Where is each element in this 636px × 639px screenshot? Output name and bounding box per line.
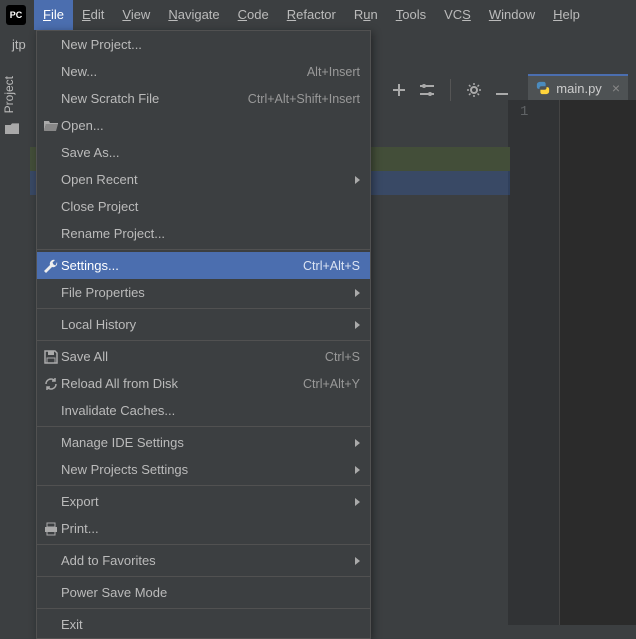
menu-refactor[interactable]: Refactor [278,0,345,30]
menu-separator [37,576,370,577]
tab-label: main.py [556,81,602,96]
editor-body[interactable] [560,100,636,625]
reload-icon [41,376,61,392]
app-icon: PC [6,5,26,25]
submenu-arrow-icon [355,498,360,506]
menu-separator [37,308,370,309]
menu-item-open-recent[interactable]: Open Recent [37,166,370,193]
submenu-arrow-icon [355,439,360,447]
menu-item-rename-project[interactable]: Rename Project... [37,220,370,247]
menu-item-new[interactable]: New...Alt+Insert [37,58,370,85]
submenu-arrow-icon [355,321,360,329]
editor-tab-main-py[interactable]: main.py × [528,74,628,100]
submenu-arrow-icon [355,176,360,184]
separator [450,79,451,101]
menu-item-shortcut: Ctrl+S [325,350,360,364]
menu-view[interactable]: View [113,0,159,30]
menu-window[interactable]: Window [480,0,544,30]
submenu-arrow-icon [355,289,360,297]
submenu-arrow-icon [355,557,360,565]
menu-item-open[interactable]: Open... [37,112,370,139]
menu-item-power-save-mode[interactable]: Power Save Mode [37,579,370,606]
breadcrumb-project: jtp [12,37,26,52]
print-icon [41,521,61,537]
open-icon [41,118,61,134]
menu-item-label: Export [61,494,347,509]
menu-item-label: Settings... [61,258,303,273]
folder-icon [5,123,19,134]
menu-separator [37,608,370,609]
menu-item-label: Reload All from Disk [61,376,303,391]
menu-item-label: New... [61,64,307,79]
menu-separator [37,544,370,545]
menu-item-file-properties[interactable]: File Properties [37,279,370,306]
menu-item-label: Open... [61,118,360,133]
menu-separator [37,249,370,250]
submenu-arrow-icon [355,466,360,474]
menu-item-local-history[interactable]: Local History [37,311,370,338]
menu-item-label: New Scratch File [61,91,248,106]
menu-item-label: Open Recent [61,172,347,187]
menu-item-label: File Properties [61,285,347,300]
menu-item-settings[interactable]: Settings...Ctrl+Alt+S [37,252,370,279]
menu-item-manage-ide-settings[interactable]: Manage IDE Settings [37,429,370,456]
menu-edit[interactable]: Edit [73,0,113,30]
menu-item-label: Add to Favorites [61,553,347,568]
menubar: PC FileEditViewNavigateCodeRefactorRunTo… [0,0,636,30]
menu-code[interactable]: Code [229,0,278,30]
menu-item-reload-all-from-disk[interactable]: Reload All from DiskCtrl+Alt+Y [37,370,370,397]
close-icon[interactable]: × [612,80,620,96]
menu-item-label: Local History [61,317,347,332]
minimize-icon[interactable] [493,81,511,99]
line-number: 1 [520,104,559,120]
menu-item-label: Print... [61,521,360,536]
menu-item-label: New Project... [61,37,360,52]
menu-tools[interactable]: Tools [387,0,435,30]
menu-item-label: New Projects Settings [61,462,347,477]
menu-separator [37,485,370,486]
editor-gutter: 1 [508,100,560,625]
menu-item-label: Close Project [61,199,360,214]
menu-run[interactable]: Run [345,0,387,30]
menu-navigate[interactable]: Navigate [159,0,228,30]
menu-help[interactable]: Help [544,0,589,30]
menu-item-label: Save All [61,349,325,364]
python-file-icon [536,81,550,95]
tool-window-tab-project[interactable]: Project [0,72,24,134]
menu-item-label: Invalidate Caches... [61,403,360,418]
menu-item-new-scratch-file[interactable]: New Scratch FileCtrl+Alt+Shift+Insert [37,85,370,112]
menu-separator [37,340,370,341]
gear-icon[interactable] [465,81,483,99]
menu-item-shortcut: Ctrl+Alt+Y [303,377,360,391]
menu-item-label: Save As... [61,145,360,160]
menu-vcs[interactable]: VCS [435,0,480,30]
menu-item-save-all[interactable]: Save AllCtrl+S [37,343,370,370]
menu-item-label: Manage IDE Settings [61,435,347,450]
menu-item-new-project[interactable]: New Project... [37,31,370,58]
menu-item-export[interactable]: Export [37,488,370,515]
menu-item-invalidate-caches[interactable]: Invalidate Caches... [37,397,370,424]
menu-separator [37,426,370,427]
add-icon[interactable] [390,81,408,99]
settings-sliders-icon[interactable] [418,81,436,99]
file-menu-dropdown: New Project...New...Alt+InsertNew Scratc… [36,30,371,639]
menu-item-label: Rename Project... [61,226,360,241]
menu-item-print[interactable]: Print... [37,515,370,542]
menu-item-save-as[interactable]: Save As... [37,139,370,166]
wrench-icon [41,258,61,274]
menu-item-new-projects-settings[interactable]: New Projects Settings [37,456,370,483]
save-icon [41,349,61,365]
editor-toolbar [378,60,523,120]
menu-item-shortcut: Ctrl+Alt+S [303,259,360,273]
menu-item-add-to-favorites[interactable]: Add to Favorites [37,547,370,574]
menu-item-label: Power Save Mode [61,585,360,600]
menu-item-shortcut: Alt+Insert [307,65,360,79]
project-tab-label: Project [2,76,16,113]
menu-item-shortcut: Ctrl+Alt+Shift+Insert [248,92,360,106]
menu-item-close-project[interactable]: Close Project [37,193,370,220]
menu-file[interactable]: File [34,0,73,30]
